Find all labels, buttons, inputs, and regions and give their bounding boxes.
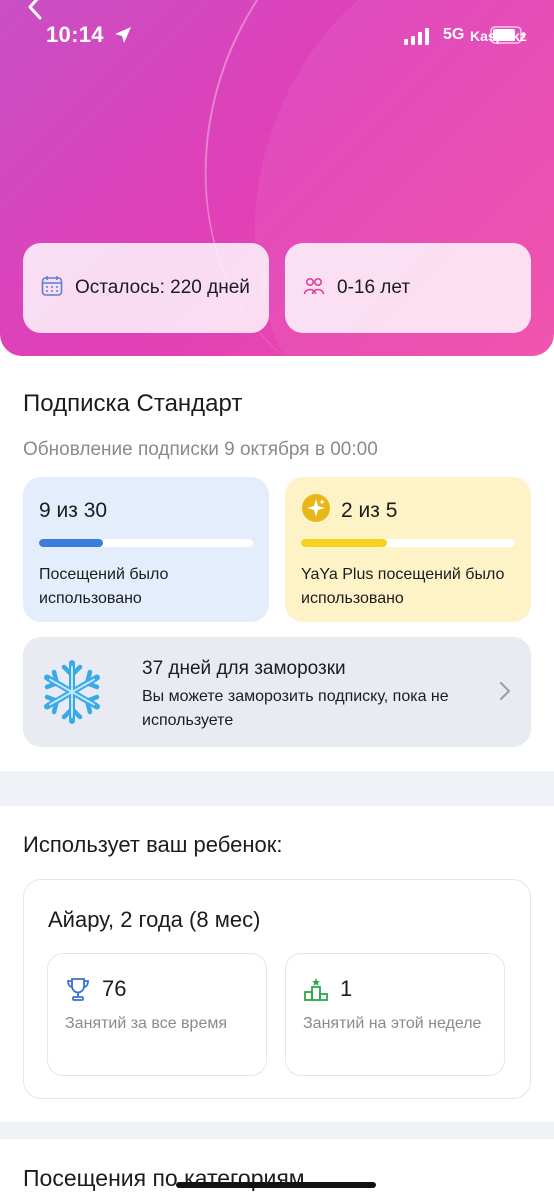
yaya-plus-label: YaYa Plus посещений было использовано	[301, 566, 505, 607]
visits-card: 9 из 30 Посещений было использовано	[23, 477, 269, 622]
cellular-signal-icon	[404, 28, 430, 51]
week-classes-label: Занятий на этой неделе	[303, 1015, 482, 1032]
child-section-title: Использует ваш ребенок:	[23, 832, 283, 857]
network-type: 5G	[443, 26, 465, 43]
week-classes-value: 1	[340, 976, 353, 1001]
subscription-title: Подписка Стандарт	[23, 390, 243, 417]
child-name: Айару, 2 года (8 мес)	[48, 907, 261, 932]
calendar-icon	[41, 275, 63, 302]
yaya-plus-progress-bar	[301, 539, 515, 547]
yaya-plus-count: 2 из 5	[341, 499, 398, 522]
people-icon	[303, 275, 325, 302]
age-range-card: 0-16 лет	[285, 243, 531, 333]
visits-label: Посещений было использовано	[39, 566, 169, 607]
visits-progress-bar	[39, 539, 253, 547]
total-classes-card: 76 Занятий за все время	[47, 953, 267, 1076]
trophy-icon	[65, 976, 91, 1007]
back-chevron-icon[interactable]	[22, 0, 48, 25]
watermark-text: Kaspi.kz	[470, 28, 527, 44]
snowflake-icon	[39, 659, 105, 730]
freeze-title: 37 дней для заморозки	[142, 658, 346, 679]
child-card[interactable]: Айару, 2 года (8 мес) 76 Занятий за все …	[23, 879, 531, 1099]
freeze-description: Вы можете заморозить подписку, пока не и…	[142, 688, 449, 729]
podium-icon	[303, 976, 329, 1007]
status-time: 10:14	[46, 22, 104, 47]
freeze-subscription-card[interactable]: 37 дней для заморозки Вы можете заморози…	[23, 637, 531, 747]
visits-progress-fill	[39, 539, 104, 547]
total-classes-label: Занятий за все время	[65, 1015, 228, 1032]
remaining-days-text: Осталось: 220 дней	[75, 277, 250, 298]
location-arrow-icon	[114, 26, 132, 49]
sparkle-icon	[301, 493, 331, 529]
total-classes-value: 76	[102, 976, 127, 1001]
section-divider	[0, 1122, 554, 1139]
yaya-plus-progress-fill	[301, 539, 387, 547]
section-divider	[0, 771, 554, 806]
remaining-days-card: Осталось: 220 дней	[23, 243, 269, 333]
subscription-update-text: Обновление подписки 9 октября в 00:00	[23, 439, 378, 460]
week-classes-card: 1 Занятий на этой неделе	[285, 953, 505, 1076]
chevron-right-icon	[499, 681, 511, 706]
visits-count: 9 из 30	[39, 499, 108, 522]
home-indicator[interactable]	[176, 1182, 376, 1188]
age-range-text: 0-16 лет	[337, 277, 411, 298]
yaya-plus-card: 2 из 5 YaYa Plus посещений было использо…	[285, 477, 531, 622]
hero-banner: 10:14 5G Kaspi.kz Осталось: 220 дней 0-1…	[0, 0, 554, 356]
